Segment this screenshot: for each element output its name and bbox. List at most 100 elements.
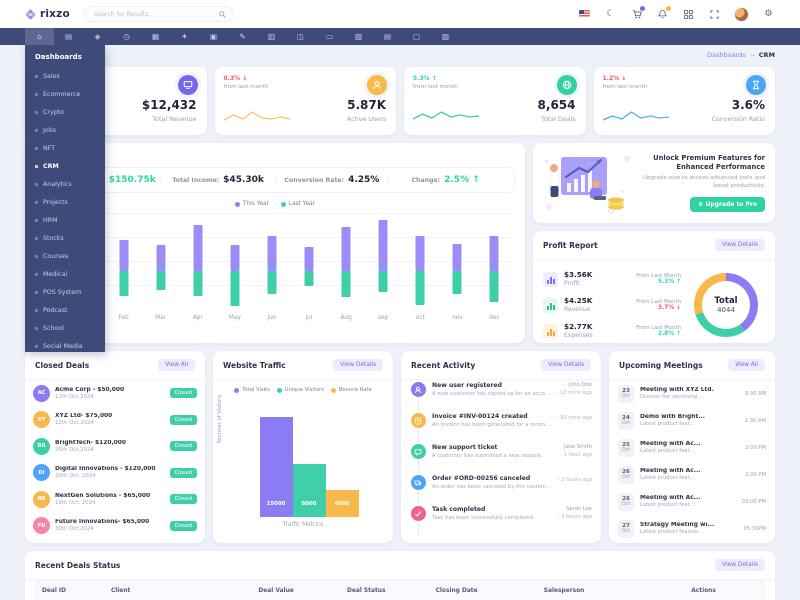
legend-item[interactable]: Total Visits: [234, 387, 270, 393]
recent-activity-card: Recent Activity View Details: [401, 351, 601, 543]
upgrade-to-pro-button[interactable]: ♛ Upgrade to Pro: [690, 197, 765, 212]
meeting-row[interactable]: 27 Oct Strategy Meeting wi... Latest pro…: [609, 515, 775, 542]
dropdown-menu-item[interactable]: CRM: [25, 157, 105, 175]
dropdown-menu-item[interactable]: Crypto: [25, 103, 105, 121]
notifications-bell-icon[interactable]: [656, 8, 669, 21]
navbar-menu-icon[interactable]: ▤: [54, 28, 83, 45]
language-flag-icon[interactable]: [578, 8, 591, 21]
table-column-header: Client: [105, 581, 252, 600]
banner-subtitle: Upgrade now to access advanced tools and…: [633, 175, 765, 191]
dropdown-menu-item[interactable]: Podcast: [25, 301, 105, 319]
meeting-date-box: 26 Oct: [618, 466, 634, 484]
meeting-row[interactable]: 26 Oct Meeting with Ac... Latest product…: [609, 461, 775, 488]
stat-change-note: from last month: [603, 84, 648, 90]
bar-chart-icon: [543, 298, 558, 313]
dark-mode-icon[interactable]: ☾: [604, 8, 617, 21]
deal-avatar: FU: [33, 517, 50, 534]
stat-change-note: from last month: [413, 84, 458, 90]
stat-value: 5.87K: [347, 98, 386, 112]
deals-view-details-button[interactable]: View Details: [715, 559, 765, 571]
legend-item[interactable]: Unique Visitors: [277, 387, 324, 393]
dropdown-menu-item[interactable]: Courses: [25, 247, 105, 265]
dropdown-menu-item[interactable]: Social Media: [25, 337, 105, 355]
dropdown-menu-item[interactable]: Sales: [25, 67, 105, 85]
dropdown-menu-item[interactable]: Jobs: [25, 121, 105, 139]
navbar-menu-icon[interactable]: ▦: [141, 28, 170, 45]
search-input[interactable]: [92, 10, 215, 19]
dropdown-menu-item[interactable]: Ecommerce: [25, 85, 105, 103]
stat-change: 0.3% ↓: [224, 75, 248, 82]
banner-text: Unlock Premium Features for Enhanced Per…: [633, 154, 767, 212]
meeting-row[interactable]: 25 Oct Meeting with Ac... Latest product…: [609, 434, 775, 461]
stat-value: $12,432: [142, 98, 197, 112]
legend-item[interactable]: This Year: [235, 201, 269, 207]
navbar-menu-icon[interactable]: ▢: [402, 28, 431, 45]
stat-value: 8,654: [538, 98, 576, 112]
navbar-menu-icon[interactable]: ▥: [257, 28, 286, 45]
closed-deal-row: XY XYZ Ltd- $75,000 12th Oct,2024 Closed: [25, 407, 205, 434]
month-label: Jun: [253, 315, 290, 321]
navbar-menu-icon[interactable]: ▨: [431, 28, 460, 45]
stat-change-note: from last month: [224, 84, 269, 90]
right-column: Unlock Premium Features for Enhanced Per…: [533, 143, 775, 343]
search-bar[interactable]: [84, 6, 234, 22]
cart-icon[interactable]: [630, 8, 643, 21]
closed-deals-title: Closed Deals: [35, 361, 89, 370]
closed-status-badge: Closed: [170, 494, 197, 504]
navbar-menu-icon[interactable]: ◷: [112, 28, 141, 45]
analytics-stat: Total Income: $45.30k: [161, 175, 275, 185]
dropdown-menu-item[interactable]: Analytics: [25, 175, 105, 193]
month-label: nov: [439, 315, 476, 321]
navbar-menu-icon[interactable]: ⌂: [25, 28, 54, 45]
table-column-header: Deal Value: [252, 581, 341, 600]
activity-view-details-button[interactable]: View Details: [541, 359, 591, 371]
dropdown-menu-item[interactable]: Medical: [25, 265, 105, 283]
deal-avatar: DI: [33, 464, 50, 481]
closed-status-badge: Closed: [170, 415, 197, 425]
dropdown-menu-item[interactable]: Projects: [25, 193, 105, 211]
traffic-view-details-button[interactable]: View Details: [333, 359, 383, 371]
deal-avatar: BR: [33, 438, 50, 455]
navbar-menu-icon[interactable]: ▭: [315, 28, 344, 45]
navbar-menu-icon[interactable]: ◈: [83, 28, 112, 45]
search-icon: [219, 11, 226, 18]
navbar-menu-icon[interactable]: ▤: [373, 28, 402, 45]
navbar-menu-icon[interactable]: ▣: [199, 28, 228, 45]
meeting-row[interactable]: 23 Oct Meeting with XYZ Ltd. Discuss the…: [609, 380, 775, 407]
month-label: Jul: [290, 315, 327, 321]
closed-deals-view-all-button[interactable]: View All: [158, 359, 195, 371]
profit-row: $2.77K Expenses From Last Month 2.8% ↑: [543, 318, 687, 344]
fullscreen-icon[interactable]: [708, 8, 721, 21]
dropdown-menu-item[interactable]: POS System: [25, 283, 105, 301]
user-avatar[interactable]: [734, 7, 749, 22]
meeting-row[interactable]: 26 Oct Meeting with Ac... Latest product…: [609, 488, 775, 515]
legend-dot-icon: [234, 388, 239, 393]
donut-total-value: 4044: [717, 306, 735, 314]
navbar-menu-icon[interactable]: ✦: [170, 28, 199, 45]
meeting-row[interactable]: 24 Oct Demo with Bright... Latest produc…: [609, 407, 775, 434]
closed-status-badge: Closed: [170, 441, 197, 451]
dropdown-menu-item[interactable]: NFT: [25, 139, 105, 157]
sparkline-chart: [224, 106, 290, 126]
profit-report-title: Profit Report: [543, 241, 598, 250]
apps-grid-icon[interactable]: [682, 8, 695, 21]
bullet-icon: [35, 219, 38, 222]
legend-item[interactable]: Last Year: [281, 201, 315, 207]
legend-dot-icon: [281, 202, 286, 207]
traffic-bar: 8000: [293, 464, 326, 517]
meetings-view-all-button[interactable]: View All: [728, 359, 765, 371]
navbar-menu-icon[interactable]: ◫: [286, 28, 315, 45]
navbar-menu-icon[interactable]: ✎: [228, 28, 257, 45]
breadcrumb-parent-link[interactable]: Dashboards: [707, 51, 746, 59]
month-label: dec: [476, 315, 513, 321]
bar-chart-icon: [543, 324, 558, 339]
profit-view-details-button[interactable]: View Details: [715, 239, 765, 251]
chart-month-labels: Feb Mar Apr May Jun Jul Aug sep: [37, 315, 513, 321]
dropdown-menu-item[interactable]: School: [25, 319, 105, 337]
navbar-menu-icon[interactable]: ▧: [344, 28, 373, 45]
legend-item[interactable]: Bounce Rate: [331, 387, 372, 393]
settings-gear-icon[interactable]: ⚙: [762, 8, 775, 21]
dropdown-menu-item[interactable]: HRM: [25, 211, 105, 229]
dropdown-menu-item[interactable]: Stocks: [25, 229, 105, 247]
logo[interactable]: rixzo: [25, 8, 70, 20]
